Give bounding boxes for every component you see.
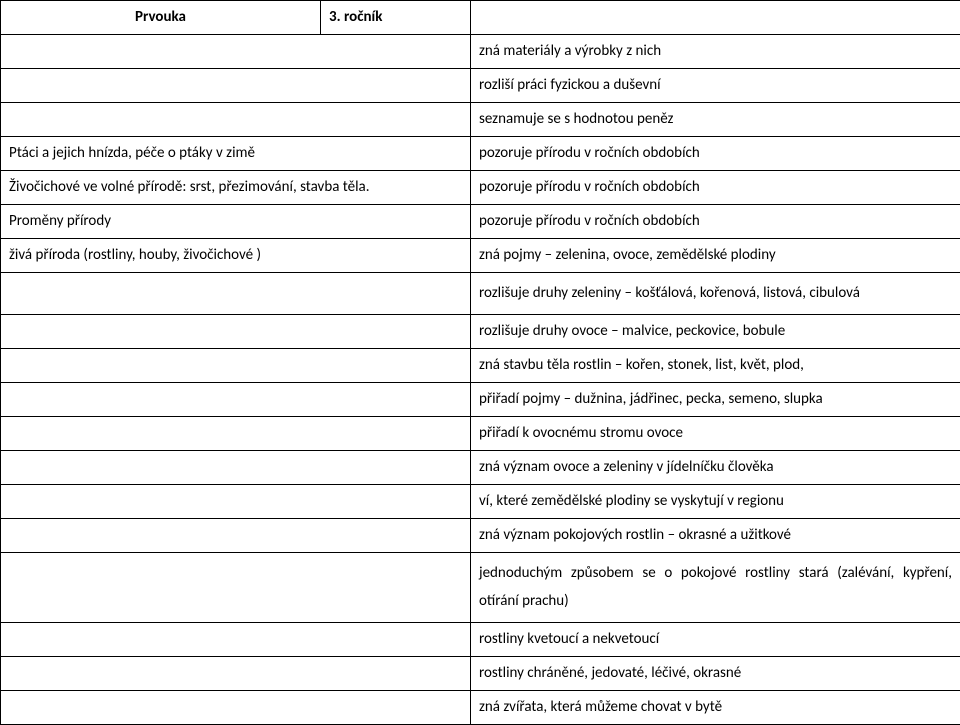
table-row: ví, které zemědělské plodiny se vyskytuj… [1, 484, 960, 518]
cell-right: zná význam ovoce a zeleniny v jídelníčku… [471, 450, 960, 484]
table-row: přiřadí k ovocnému stromu ovoce [1, 416, 960, 450]
cell-left: Proměny přírody [1, 205, 471, 239]
cell-right: pozoruje přírodu v ročních obdobích [471, 171, 960, 205]
cell-left [1, 314, 471, 348]
header-grade: 3. ročník [321, 1, 471, 35]
cell-left [1, 518, 471, 552]
table-row: seznamuje se s hodnotou peněz [1, 103, 960, 137]
cell-right: zná zvířata, která můžeme chovat v bytě [471, 690, 960, 724]
table-row: jednoduchým způsobem se o pokojové rostl… [1, 552, 960, 622]
cell-right: pozoruje přírodu v ročních obdobích [471, 137, 960, 171]
cell-left [1, 484, 471, 518]
cell-left [1, 348, 471, 382]
cell-right: zná význam pokojových rostlin – okrasné … [471, 518, 960, 552]
cell-right: jednoduchým způsobem se o pokojové rostl… [471, 552, 960, 622]
cell-left [1, 382, 471, 416]
cell-right: přiřadí k ovocnému stromu ovoce [471, 416, 960, 450]
cell-right: rostliny kvetoucí a nekvetoucí [471, 622, 960, 656]
cell-right: rozlišuje druhy zeleniny – košťálová, ko… [471, 273, 960, 315]
table-row: rozlišuje druhy zeleniny – košťálová, ko… [1, 273, 960, 315]
table-row: rozlišuje druhy ovoce – malvice, peckovi… [1, 314, 960, 348]
cell-left [1, 552, 471, 622]
table-row: přiřadí pojmy – dužnina, jádřinec, pecka… [1, 382, 960, 416]
table-row: živá příroda (rostliny, houby, živočicho… [1, 239, 960, 273]
header-subject: Prvouka [1, 1, 321, 35]
cell-right: přiřadí pojmy – dužnina, jádřinec, pecka… [471, 382, 960, 416]
table-row: zná zvířata, která můžeme chovat v bytě [1, 690, 960, 724]
cell-left [1, 416, 471, 450]
table-row: Ptáci a jejich hnízda, péče o ptáky v zi… [1, 137, 960, 171]
cell-right: zná materiály a výrobky z nich [471, 35, 960, 69]
cell-right: rozlišuje druhy ovoce – malvice, peckovi… [471, 314, 960, 348]
table-row: rostliny kvetoucí a nekvetoucí [1, 622, 960, 656]
table-row: zná význam ovoce a zeleniny v jídelníčku… [1, 450, 960, 484]
header-right [471, 1, 960, 35]
cell-left: živá příroda (rostliny, houby, živočicho… [1, 239, 471, 273]
cell-left [1, 450, 471, 484]
cell-left [1, 690, 471, 724]
table-row: Proměny přírodypozoruje přírodu v ročníc… [1, 205, 960, 239]
cell-left [1, 656, 471, 690]
table-row: zná materiály a výrobky z nich [1, 35, 960, 69]
cell-left [1, 35, 471, 69]
cell-left [1, 622, 471, 656]
cell-left [1, 69, 471, 103]
cell-right: ví, které zemědělské plodiny se vyskytuj… [471, 484, 960, 518]
cell-right: rostliny chráněné, jedovaté, léčivé, okr… [471, 656, 960, 690]
cell-right: zná stavbu těla rostlin – kořen, stonek,… [471, 348, 960, 382]
header-row: Prvouka 3. ročník [1, 1, 960, 35]
cell-right: pozoruje přírodu v ročních obdobích [471, 205, 960, 239]
cell-right: zná pojmy – zelenina, ovoce, zemědělské … [471, 239, 960, 273]
cell-left [1, 273, 471, 315]
table-row: rozliší práci fyzickou a duševní [1, 69, 960, 103]
content-table: Prvouka 3. ročník zná materiály a výrobk… [0, 0, 960, 725]
cell-right: rozliší práci fyzickou a duševní [471, 69, 960, 103]
cell-left: Živočichové ve volné přírodě: srst, přez… [1, 171, 471, 205]
table-row: zná stavbu těla rostlin – kořen, stonek,… [1, 348, 960, 382]
table-row: Živočichové ve volné přírodě: srst, přez… [1, 171, 960, 205]
table-row: rostliny chráněné, jedovaté, léčivé, okr… [1, 656, 960, 690]
cell-left [1, 103, 471, 137]
cell-left: Ptáci a jejich hnízda, péče o ptáky v zi… [1, 137, 471, 171]
cell-right: seznamuje se s hodnotou peněz [471, 103, 960, 137]
table-row: zná význam pokojových rostlin – okrasné … [1, 518, 960, 552]
